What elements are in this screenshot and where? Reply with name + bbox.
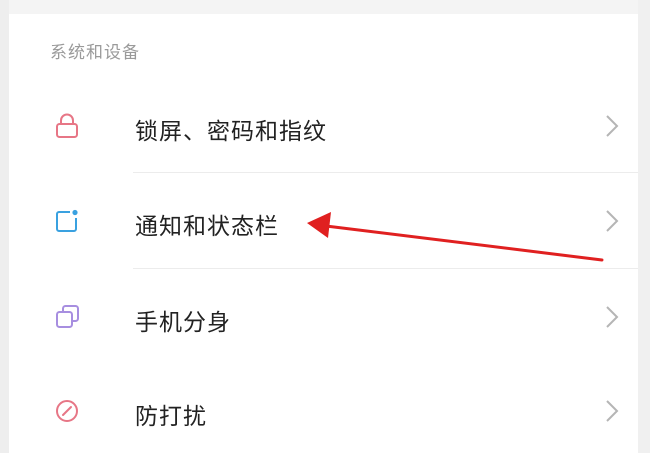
settings-screen: 系统和设备 锁屏、密码和指纹 通知和状态栏 手机分身 防打扰: [0, 0, 650, 453]
red-arrow-icon: [307, 212, 604, 262]
